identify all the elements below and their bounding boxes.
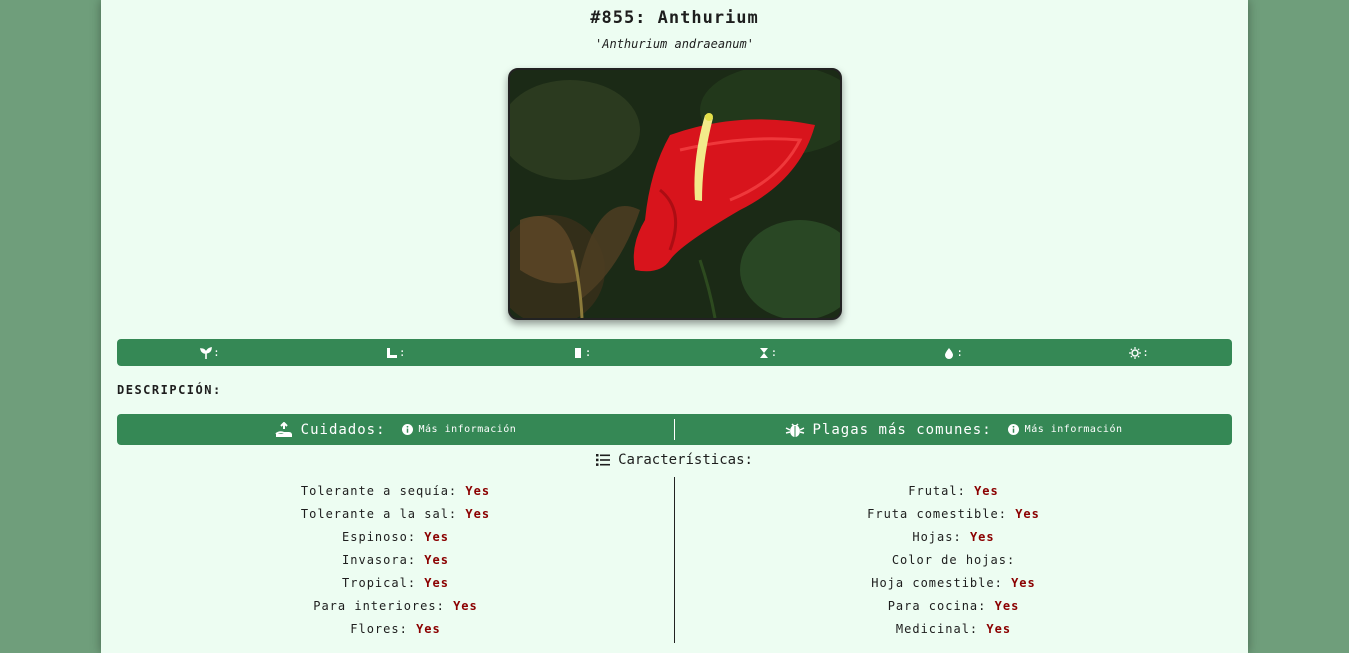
char-label: Hoja comestible: <box>871 576 1003 590</box>
char-row: Tropical: Yes <box>117 576 674 599</box>
attr-water: : <box>860 346 1046 359</box>
hourglass-icon <box>759 347 768 358</box>
plant-photo <box>508 68 842 320</box>
plant-title: #855: Anthurium <box>590 8 759 28</box>
plant-attributes-bar: : : : : : : <box>117 339 1232 366</box>
char-value: Yes <box>465 507 491 521</box>
attr-size-value: : <box>398 346 406 359</box>
pests-more-info-text: Más información <box>1024 424 1123 435</box>
char-row: Para cocina: Yes <box>675 599 1232 622</box>
char-label: Frutal: <box>908 484 966 498</box>
attr-location: : <box>489 346 675 359</box>
char-row: Hojas: Yes <box>675 530 1232 553</box>
attr-sun-value: : <box>1142 346 1149 359</box>
char-label: Fruta comestible: <box>867 507 1007 521</box>
char-row: Color de hojas: <box>675 553 1232 576</box>
char-label: Flores: <box>350 622 408 636</box>
char-row: Tolerante a sequía: Yes <box>117 484 674 507</box>
attr-location-value: : <box>584 346 592 359</box>
char-value: Yes <box>424 576 449 590</box>
list-icon <box>596 454 611 466</box>
attr-sprout: : <box>117 346 303 359</box>
pests-label: Plagas más comunes: <box>812 421 992 438</box>
char-value: Yes <box>994 599 1020 613</box>
attr-sun: : <box>1046 346 1232 359</box>
sun-icon <box>1129 346 1142 359</box>
char-row: Espinoso: Yes <box>117 530 674 553</box>
bug-icon <box>785 422 804 437</box>
char-row: Medicinal: Yes <box>675 622 1232 645</box>
info-icon <box>1007 424 1019 435</box>
char-row: Invasora: Yes <box>117 553 674 576</box>
char-label: Hojas: <box>912 530 962 544</box>
char-label: Tolerante a la sal: <box>300 507 458 521</box>
characteristics-columns: Tolerante a sequía: Yes Tolerante a la s… <box>117 477 1232 643</box>
char-value: Yes <box>424 553 449 567</box>
char-label: Tropical: <box>342 576 417 590</box>
char-value: Yes <box>969 530 995 544</box>
char-value: Yes <box>465 484 491 498</box>
info-icon <box>401 424 413 435</box>
char-label: Tolerante a sequía: <box>300 484 458 498</box>
door-icon <box>574 347 581 358</box>
char-value: Yes <box>416 622 441 636</box>
char-value: Yes <box>1015 507 1040 521</box>
care-more-info-link[interactable]: Más información <box>401 424 517 435</box>
char-label: Color de hojas: <box>891 553 1016 567</box>
attr-size: : <box>303 346 489 359</box>
char-label: Para cocina: <box>887 599 987 613</box>
char-label: Medicinal: <box>895 622 979 636</box>
char-row: Tolerante a la sal: Yes <box>117 507 674 530</box>
characteristics-title: Características: <box>618 452 753 468</box>
care-more-info-text: Más información <box>418 424 517 435</box>
ruler-icon <box>386 347 397 358</box>
attr-sprout-value: : <box>213 346 220 359</box>
char-value: Yes <box>424 530 449 544</box>
pests-section: Plagas más comunes: Más información <box>675 414 1232 445</box>
pests-more-info-link[interactable]: Más información <box>1007 424 1123 435</box>
plant-card: #855: Anthurium 'Anthurium andraeanum' : <box>101 0 1248 653</box>
sprout-icon <box>200 346 212 359</box>
care-section: Cuidados: Más información <box>117 414 674 445</box>
char-row: Fruta comestible: Yes <box>675 507 1232 530</box>
char-label: Para interiores: <box>313 599 445 613</box>
droplet-icon <box>945 347 954 359</box>
char-value: Yes <box>986 622 1012 636</box>
char-value: Yes <box>974 484 999 498</box>
care-label: Cuidados: <box>300 421 386 438</box>
characteristics-right: Frutal: Yes Fruta comestible: Yes Hojas:… <box>675 477 1232 643</box>
attr-growth: : <box>674 346 860 359</box>
characteristics-heading: Características: <box>101 452 1248 468</box>
char-label: Espinoso: <box>342 530 417 544</box>
char-value: Yes <box>1011 576 1036 590</box>
char-row: Hoja comestible: Yes <box>675 576 1232 599</box>
care-pests-bar: Cuidados: Más información Plagas más com… <box>117 414 1232 445</box>
char-row: Frutal: Yes <box>675 484 1232 507</box>
attr-water-value: : <box>956 346 964 359</box>
char-row: Para interiores: Yes <box>117 599 674 622</box>
char-value: Yes <box>453 599 478 613</box>
characteristics-left: Tolerante a sequía: Yes Tolerante a la s… <box>117 477 674 643</box>
char-label: Invasora: <box>342 553 417 567</box>
attr-growth-value: : <box>770 346 778 359</box>
hand-plant-icon <box>275 421 292 437</box>
char-row: Flores: Yes <box>117 622 674 645</box>
description-label: DESCRIPCIÓN: <box>117 383 222 397</box>
scientific-name: 'Anthurium andraeanum' <box>595 37 754 51</box>
